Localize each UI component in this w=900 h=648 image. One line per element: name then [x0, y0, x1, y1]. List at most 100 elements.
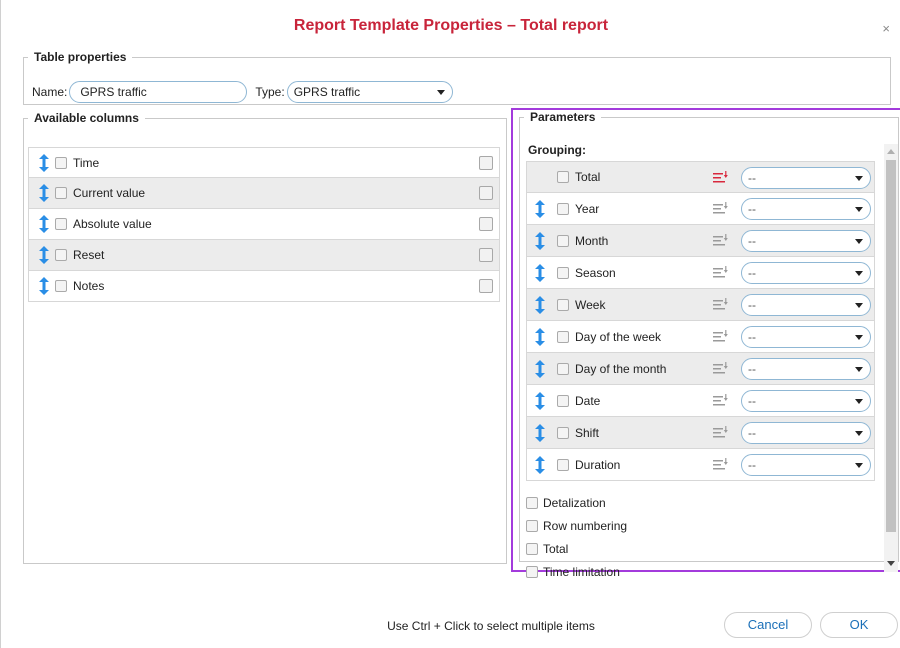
- grouping-select[interactable]: --: [741, 390, 871, 412]
- updown-arrow-icon[interactable]: [533, 423, 547, 442]
- available-columns-group: Available columns Time Current value Abs…: [23, 111, 507, 564]
- grouping-row-month[interactable]: Month --: [526, 225, 875, 257]
- option-row-numbering[interactable]: Row numbering: [526, 514, 627, 537]
- scroll-up-icon[interactable]: [887, 149, 895, 154]
- updown-arrow-icon[interactable]: [533, 263, 547, 282]
- checkbox[interactable]: [557, 202, 569, 215]
- updown-arrow-icon[interactable]: [533, 295, 547, 314]
- updown-arrow-icon[interactable]: [37, 277, 51, 295]
- checkbox[interactable]: [557, 362, 569, 375]
- info-icon[interactable]: [479, 217, 493, 231]
- checkbox[interactable]: [55, 187, 67, 199]
- option-detalization[interactable]: Detalization: [526, 491, 627, 514]
- grouping-select[interactable]: --: [741, 294, 871, 316]
- scroll-thumb[interactable]: [886, 160, 896, 532]
- checkbox[interactable]: [557, 426, 569, 439]
- chevron-down-icon: [855, 239, 863, 244]
- grouping-row-day-of-month[interactable]: Day of the month --: [526, 353, 875, 385]
- grouping-select[interactable]: --: [741, 198, 871, 220]
- updown-arrow-icon[interactable]: [37, 184, 51, 202]
- grouping-select[interactable]: --: [741, 454, 871, 476]
- column-row-absolute-value[interactable]: Absolute value: [28, 209, 500, 240]
- option-label: Total: [543, 541, 569, 556]
- updown-arrow-icon[interactable]: [533, 199, 547, 218]
- grouping-row-season[interactable]: Season --: [526, 257, 875, 289]
- checkbox[interactable]: [55, 280, 67, 292]
- grouping-row-week[interactable]: Week --: [526, 289, 875, 321]
- grouping-row-date[interactable]: Date --: [526, 385, 875, 417]
- checkbox[interactable]: [557, 298, 569, 311]
- cancel-button[interactable]: Cancel: [724, 612, 812, 638]
- updown-arrow-icon[interactable]: [37, 246, 51, 264]
- checkbox[interactable]: [557, 458, 569, 471]
- sort-icon[interactable]: [713, 394, 729, 408]
- type-select[interactable]: GPRS traffic: [286, 81, 453, 103]
- updown-arrow-icon[interactable]: [37, 215, 51, 233]
- sort-icon[interactable]: [713, 458, 729, 472]
- sort-icon[interactable]: [713, 171, 729, 185]
- column-row-time[interactable]: Time: [28, 147, 500, 178]
- chevron-down-icon: [855, 431, 863, 436]
- checkbox[interactable]: [526, 519, 538, 532]
- column-row-current-value[interactable]: Current value: [28, 178, 500, 209]
- option-total[interactable]: Total: [526, 537, 627, 560]
- updown-arrow-icon[interactable]: [533, 455, 547, 474]
- checkbox[interactable]: [557, 171, 569, 183]
- sort-icon[interactable]: [713, 330, 729, 344]
- grouping-select-value: --: [748, 266, 756, 280]
- parameters-legend: Parameters: [530, 110, 596, 124]
- grouping-select[interactable]: --: [741, 326, 871, 348]
- checkbox[interactable]: [557, 394, 569, 407]
- checkbox[interactable]: [557, 330, 569, 343]
- grouping-label-total: Total: [575, 170, 601, 184]
- chevron-down-icon: [436, 90, 445, 95]
- checkbox[interactable]: [526, 565, 538, 578]
- grouping-select-value: --: [748, 171, 756, 185]
- column-row-reset[interactable]: Reset: [28, 240, 500, 271]
- grouping-row-day-of-week[interactable]: Day of the week --: [526, 321, 875, 353]
- info-icon[interactable]: [479, 186, 493, 200]
- grouping-select[interactable]: --: [741, 167, 871, 189]
- name-input[interactable]: [69, 81, 248, 103]
- sort-icon[interactable]: [713, 266, 729, 280]
- scroll-down-icon[interactable]: [887, 561, 895, 566]
- column-label: Reset: [73, 248, 105, 262]
- checkbox[interactable]: [55, 218, 67, 230]
- grouping-row-total[interactable]: Total --: [526, 161, 875, 193]
- checkbox[interactable]: [526, 542, 538, 555]
- sort-icon[interactable]: [713, 234, 729, 248]
- updown-arrow-icon[interactable]: [533, 231, 547, 250]
- column-label: Current value: [73, 186, 146, 200]
- ok-button[interactable]: OK: [820, 612, 898, 638]
- grouping-row-duration[interactable]: Duration --: [526, 449, 875, 481]
- info-icon[interactable]: [479, 248, 493, 262]
- checkbox[interactable]: [55, 156, 67, 169]
- checkbox[interactable]: [526, 496, 538, 509]
- grouping-select[interactable]: --: [741, 358, 871, 380]
- grouping-label-week: Week: [575, 297, 606, 312]
- info-icon[interactable]: [479, 279, 493, 293]
- parameters-scrollbar[interactable]: [884, 144, 898, 572]
- grouping-select[interactable]: --: [741, 230, 871, 252]
- grouping-label-month: Month: [575, 233, 609, 248]
- column-row-notes[interactable]: Notes: [28, 271, 500, 302]
- chevron-down-icon: [855, 303, 863, 308]
- grouping-row-year[interactable]: Year --: [526, 193, 875, 225]
- sort-icon[interactable]: [713, 362, 729, 376]
- close-icon[interactable]: ×: [882, 21, 890, 36]
- updown-arrow-icon[interactable]: [533, 327, 547, 346]
- sort-icon[interactable]: [713, 298, 729, 312]
- grouping-select[interactable]: --: [741, 262, 871, 284]
- grouping-row-shift[interactable]: Shift --: [526, 417, 875, 449]
- checkbox[interactable]: [557, 234, 569, 247]
- info-icon[interactable]: [479, 156, 493, 170]
- sort-icon[interactable]: [713, 426, 729, 440]
- updown-arrow-icon[interactable]: [533, 359, 547, 378]
- updown-arrow-icon[interactable]: [37, 153, 51, 172]
- sort-icon[interactable]: [713, 202, 729, 216]
- updown-arrow-icon[interactable]: [533, 391, 547, 410]
- option-time-limitation[interactable]: Time limitation: [526, 560, 627, 583]
- checkbox[interactable]: [557, 266, 569, 279]
- grouping-select[interactable]: --: [741, 422, 871, 444]
- checkbox[interactable]: [55, 249, 67, 261]
